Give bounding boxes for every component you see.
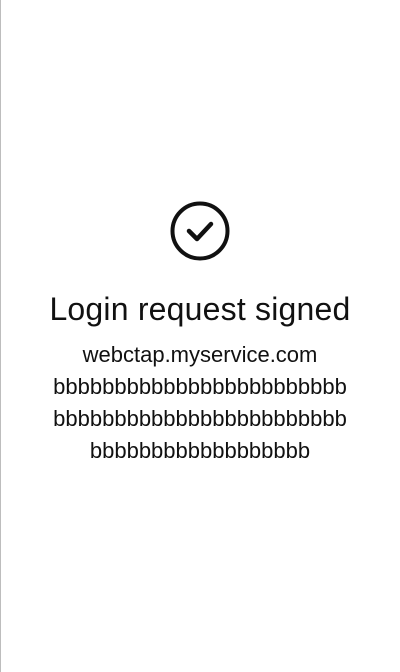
signed-request-message: webctap.myservice.com bbbbbbbbbbbbbbbbbb… (20, 339, 380, 467)
page-title: Login request signed (49, 291, 351, 327)
message-line-3: bbbbbbbbbbbbbbbbbb (89, 438, 311, 463)
message-line-1: bbbbbbbbbbbbbbbbbbbbbbbb (53, 374, 347, 399)
signed-confirmation: Login request signed webctap.myservice.c… (0, 200, 400, 467)
message-line-2: bbbbbbbbbbbbbbbbbbbbbbbb (53, 406, 347, 431)
service-domain: webctap.myservice.com (82, 342, 318, 367)
check-circle-icon (169, 200, 231, 262)
